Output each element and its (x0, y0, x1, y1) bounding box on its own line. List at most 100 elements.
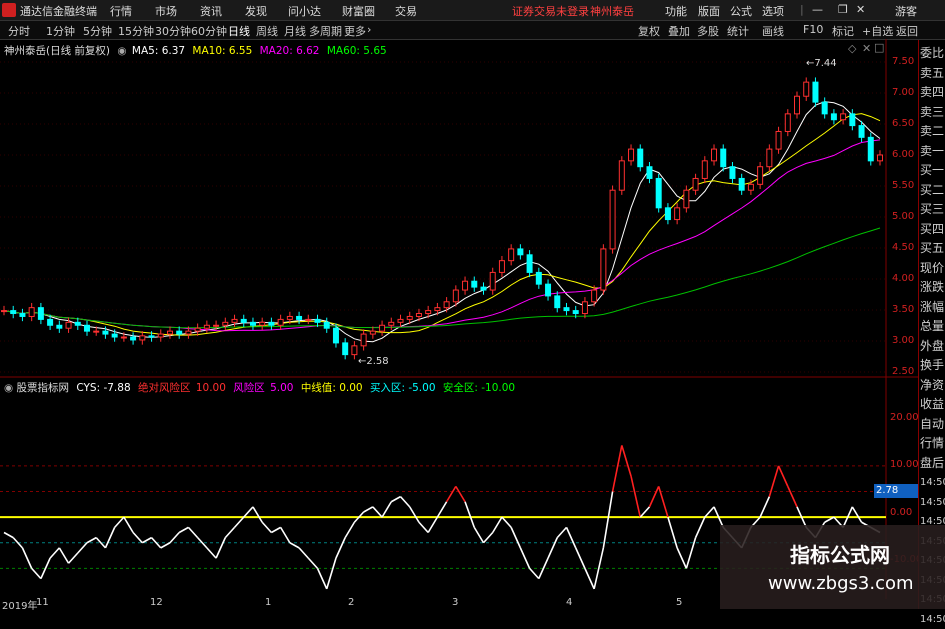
period-tab-daily[interactable]: 日线 (228, 23, 250, 39)
cys-segment (777, 465, 789, 487)
cys-segment (279, 526, 291, 544)
menu-item-banmian[interactable]: 版面 (698, 3, 720, 19)
cys-segment (510, 527, 522, 549)
menu-item-hangqing[interactable]: 行情 (110, 3, 132, 19)
candle-body (618, 160, 625, 191)
candle-body (388, 321, 395, 326)
candle-body (231, 318, 238, 323)
menu-separator-icon: | (800, 3, 804, 16)
trade-login-status[interactable]: 证券交易未登录 (512, 3, 589, 19)
high-value: 7.44 (814, 58, 837, 69)
zhong-label: 中线值 (300, 382, 333, 394)
menu-item-wenxiaoda[interactable]: 问小达 (288, 3, 321, 19)
candle-body (489, 271, 496, 291)
price-tick-label: 6.50 (892, 118, 915, 129)
menu-item-jiaoyi[interactable]: 交易 (395, 3, 417, 19)
period-tab-15min[interactable]: 15分钟 (118, 23, 154, 39)
period-tab-multi[interactable]: 多周期 (309, 23, 342, 39)
candle-body (535, 271, 542, 285)
cys-segment (473, 526, 485, 544)
candle-body (296, 315, 303, 320)
candle-body (766, 148, 773, 168)
minimize-icon[interactable]: — (812, 3, 823, 16)
indicator-current-badge: 2.78 (874, 484, 918, 498)
candle-body (1, 310, 7, 313)
candle-body (222, 321, 229, 326)
period-tab-1min[interactable]: 1分钟 (46, 23, 75, 39)
side-panel-item: 卖二 (920, 124, 945, 138)
tool-duogu[interactable]: 多股 (697, 23, 719, 39)
restore-icon[interactable]: ❐ (838, 3, 848, 16)
period-tab-weekly[interactable]: 周线 (256, 23, 278, 39)
tool-diejia[interactable]: 叠加 (668, 23, 690, 39)
indicator-legend: ◉ 股票指标网 CYS: -7.88 绝对风险区 10.00 风险区 5.00 … (4, 382, 516, 394)
candle-body (425, 310, 432, 315)
cys-segment (381, 501, 392, 518)
period-tab-5min[interactable]: 5分钟 (83, 23, 112, 39)
candle-body (203, 324, 210, 329)
candle-body (784, 113, 791, 132)
period-tab-60min[interactable]: 60分钟 (191, 23, 227, 39)
tool-fuquan[interactable]: 复权 (638, 23, 660, 39)
menu-item-zixun[interactable]: 资讯 (200, 3, 222, 19)
candle-body (840, 113, 847, 121)
candle-body (812, 81, 819, 103)
menu-item-gongneng[interactable]: 功能 (665, 3, 687, 19)
candle-body (452, 289, 459, 303)
tool-tongji[interactable]: 统计 (727, 23, 749, 39)
candle-body (194, 327, 201, 332)
cys-segment (851, 506, 863, 523)
candle-body (720, 148, 727, 168)
app-logo-icon (2, 3, 16, 17)
cys-segment (86, 536, 97, 544)
candle-body (397, 318, 404, 323)
date-tick-label: 11 (36, 597, 49, 608)
candle-body (65, 321, 72, 329)
menu-item-faxian[interactable]: 发现 (245, 3, 267, 19)
period-tab-more[interactable]: 更多 (344, 23, 366, 39)
side-panel-item[interactable]: 行情 (920, 434, 945, 453)
period-tab-monthly[interactable]: 月线 (284, 23, 306, 39)
side-panel-item[interactable]: 自动 (920, 415, 945, 434)
menu-item-gongshi[interactable]: 公式 (730, 3, 752, 19)
candle-body (157, 333, 164, 338)
side-panel-item[interactable]: 盘后 (920, 454, 945, 473)
chevron-right-icon[interactable]: › (367, 23, 371, 36)
candle-body (314, 318, 321, 323)
indicator-tick-label: 20.00 (890, 412, 919, 423)
cys-segment (372, 506, 383, 518)
kline-chart[interactable] (0, 39, 918, 599)
price-tick-label: 3.50 (892, 304, 915, 315)
indicator-name: 股票指标网 (16, 382, 70, 394)
indicator-tick-label: 10.00 (890, 459, 919, 470)
menu-item-shichang[interactable]: 市场 (155, 3, 177, 19)
guest-label[interactable]: 游客 (895, 3, 917, 19)
cys-segment (21, 547, 33, 569)
indicator-settings-icon[interactable]: ◉ (4, 382, 13, 394)
side-panel-item: 14:50 (920, 496, 945, 508)
candle-body (655, 177, 662, 209)
mairu-label: 买入区 (369, 382, 402, 394)
period-tab-30min[interactable]: 30分钟 (155, 23, 191, 39)
close-icon[interactable]: ✕ (856, 3, 865, 16)
cys-segment (639, 506, 651, 518)
menu-item-caifuquan[interactable]: 财富圈 (342, 3, 375, 19)
menu-item-xuanxiang[interactable]: 选项 (762, 3, 784, 19)
candle-body (185, 330, 192, 335)
tool-fanhui[interactable]: 返回 (896, 23, 918, 39)
feng-label: 风险区 (233, 382, 265, 394)
candle-body (148, 335, 155, 338)
candle-body (517, 248, 524, 256)
side-panel-item: 买一 (920, 163, 945, 177)
cys-segment (271, 526, 282, 534)
cys-segment (206, 547, 217, 559)
tool-f10[interactable]: F10 (803, 23, 823, 36)
cys-segment (492, 516, 503, 533)
tool-biaoji[interactable]: 标记 (832, 23, 854, 39)
candle-body (443, 301, 450, 309)
tool-huaxian[interactable]: 画线 (762, 23, 784, 39)
cys-segment (123, 516, 134, 533)
period-tab-fenshi[interactable]: 分时 (8, 23, 30, 39)
tool-zixuan[interactable]: +自选 (862, 23, 893, 39)
cys-segment (215, 537, 227, 559)
